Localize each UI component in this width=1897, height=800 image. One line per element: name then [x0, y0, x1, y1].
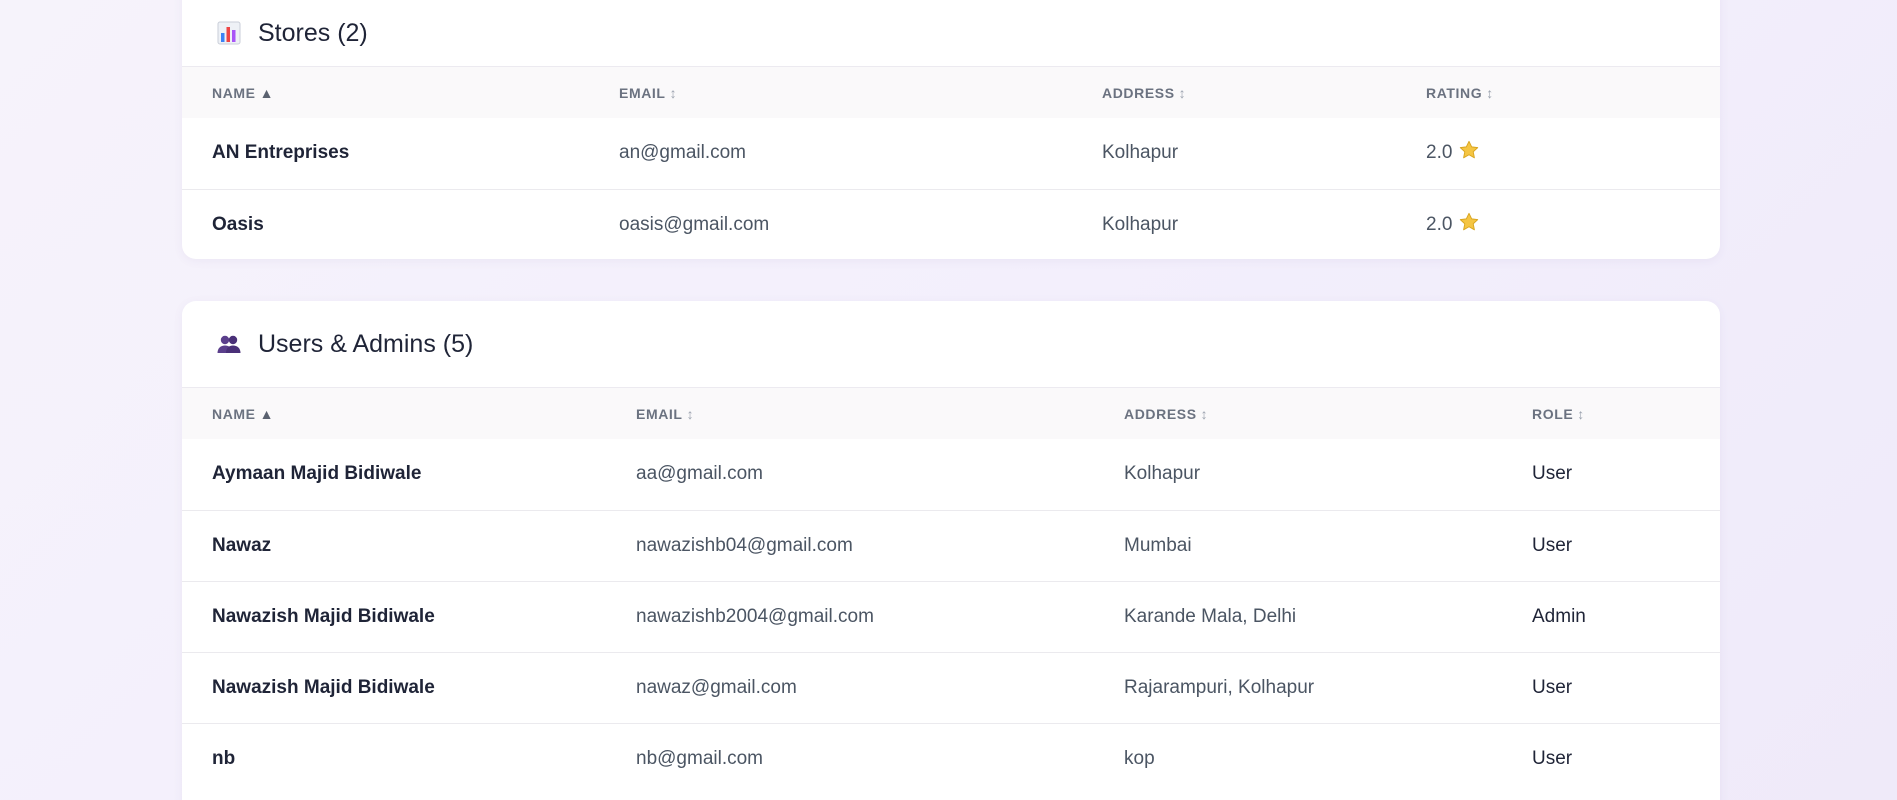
store-address: Kolhapur: [1102, 142, 1179, 164]
store-name: Oasis: [212, 213, 264, 235]
stores-header: Stores (2): [182, 0, 1720, 67]
user-address: kop: [1124, 747, 1155, 769]
table-row: Nawaz nawazishb04@gmail.com Mumbai User: [182, 510, 1720, 581]
user-address: Mumbai: [1124, 534, 1192, 556]
user-name: Nawazish Majid Bidiwale: [212, 676, 435, 698]
sort-asc-icon: ▲: [259, 405, 275, 422]
sort-icon: ↕: [669, 84, 678, 101]
users-card: Users & Admins (5) NAME ▲ EMAIL ↕ ADDRESS ↕…: [182, 301, 1720, 800]
table-row: AN Entreprises an@gmail.com Kolhapur 2.0: [182, 118, 1720, 189]
star-icon: [1458, 211, 1480, 239]
user-role: User: [1532, 747, 1573, 769]
sort-icon: ↕: [1486, 84, 1494, 101]
store-email: an@gmail.com: [619, 142, 746, 164]
user-role: User: [1532, 463, 1573, 485]
stores-header-row: NAME ▲ EMAIL ↕ ADDRESS ↕ RATING ↕: [182, 67, 1720, 118]
users-col-name[interactable]: NAME ▲: [182, 388, 636, 439]
sort-icon: ↕: [1577, 405, 1585, 422]
sort-asc-icon: ▲: [259, 84, 275, 101]
sort-icon: ↕: [1200, 405, 1209, 422]
rating-value: 2.0: [1426, 142, 1453, 164]
user-name: Nawaz: [212, 534, 272, 556]
sort-icon: ↕: [1178, 84, 1187, 101]
user-name: Aymaan Majid Bidiwale: [212, 463, 422, 485]
store-name: AN Entreprises: [212, 142, 350, 164]
star-icon: [1458, 139, 1480, 167]
admin-dashboard: Stores (2) NAME ▲ EMAIL ↕ ADDRESS ↕ RATING ↕…: [0, 0, 1897, 800]
stores-col-name[interactable]: NAME ▲: [182, 67, 619, 118]
stores-title: Stores (2): [258, 18, 368, 47]
stores-col-email[interactable]: EMAIL ↕: [619, 67, 1102, 118]
users-header: Users & Admins (5): [182, 301, 1720, 388]
user-email: nawazishb2004@gmail.com: [636, 605, 874, 627]
store-rating: 2.0: [1426, 118, 1720, 189]
stores-col-rating[interactable]: RATING ↕: [1426, 67, 1720, 118]
users-col-email[interactable]: EMAIL ↕: [636, 388, 1124, 439]
user-role: Admin: [1532, 605, 1586, 627]
table-row: nb nb@gmail.com kop User: [182, 723, 1720, 794]
stores-card: Stores (2) NAME ▲ EMAIL ↕ ADDRESS ↕ RATING ↕…: [182, 0, 1720, 259]
user-role: User: [1532, 676, 1573, 698]
rating-value: 2.0: [1426, 213, 1453, 235]
user-email: nb@gmail.com: [636, 747, 763, 769]
store-email: oasis@gmail.com: [619, 213, 770, 235]
users-title: Users & Admins (5): [258, 329, 474, 358]
user-address: Kolhapur: [1124, 463, 1201, 485]
user-email: nawaz@gmail.com: [636, 676, 797, 698]
user-role: User: [1532, 534, 1573, 556]
table-row: Aymaan Majid Bidiwale aa@gmail.com Kolha…: [182, 439, 1720, 510]
users-col-role[interactable]: ROLE ↕: [1532, 388, 1720, 439]
table-row: Nawazish Majid Bidiwale nawaz@gmail.com …: [182, 652, 1720, 723]
user-address: Karande Mala, Delhi: [1124, 605, 1297, 627]
user-address: Rajarampuri, Kolhapur: [1124, 676, 1315, 698]
sort-icon: ↕: [686, 405, 695, 422]
bar-chart-icon: [216, 20, 242, 46]
user-email: nawazishb04@gmail.com: [636, 534, 853, 556]
users-icon: [216, 331, 242, 357]
user-name: nb: [212, 747, 236, 769]
table-row: Oasis oasis@gmail.com Kolhapur 2.0: [182, 189, 1720, 259]
users-table: NAME ▲ EMAIL ↕ ADDRESS ↕ ROLE ↕ Aymaan Majid…: [182, 388, 1720, 794]
users-col-address[interactable]: ADDRESS ↕: [1124, 388, 1532, 439]
store-address: Kolhapur: [1102, 213, 1179, 235]
stores-col-address[interactable]: ADDRESS ↕: [1102, 67, 1426, 118]
user-name: Nawazish Majid Bidiwale: [212, 605, 435, 627]
store-rating: 2.0: [1426, 189, 1720, 259]
table-row: Nawazish Majid Bidiwale nawazishb2004@gm…: [182, 581, 1720, 652]
stores-table: NAME ▲ EMAIL ↕ ADDRESS ↕ RATING ↕ AN Entrepr…: [182, 67, 1720, 259]
users-header-row: NAME ▲ EMAIL ↕ ADDRESS ↕ ROLE ↕: [182, 388, 1720, 439]
user-email: aa@gmail.com: [636, 463, 763, 485]
